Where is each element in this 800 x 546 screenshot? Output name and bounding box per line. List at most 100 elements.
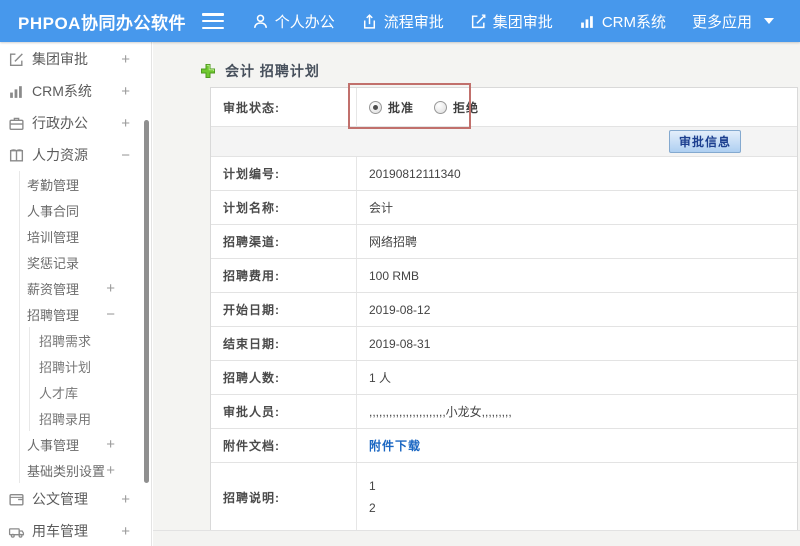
table-row-description: 招聘说明: 1 2 [211, 462, 797, 531]
field-label: 开始日期: [211, 293, 357, 326]
menu-toggle-icon[interactable] [202, 13, 224, 29]
field-label: 招聘人数: [211, 361, 357, 394]
field-value: 100 RMB [369, 268, 420, 283]
field-value: 2019-08-12 [369, 302, 431, 317]
caret-down-icon [764, 18, 774, 24]
sidebar-item-crm[interactable]: CRM系统 + [0, 75, 151, 107]
sidebar-item-label: 考勤管理 [27, 177, 80, 193]
edit-icon [9, 52, 23, 66]
field-value: 20190812111340 [369, 166, 461, 181]
sidebar-item-recruitment[interactable]: 招聘管理 − [20, 301, 151, 327]
sidebar-item-training[interactable]: 培训管理 [20, 223, 151, 249]
sidebar-item-label: 用车管理 [32, 523, 88, 539]
book-icon [9, 148, 24, 162]
expand-toggle[interactable]: + [121, 83, 130, 100]
page-title-row: 会计 招聘计划 [153, 42, 800, 87]
nav-item-more-apps[interactable]: 更多应用 [692, 11, 774, 32]
field-label: 计划名称: [211, 191, 357, 224]
sidebar-item-salary[interactable]: 薪资管理 + [20, 275, 151, 301]
sidebar-scrollbar-thumb[interactable] [144, 120, 149, 483]
sidebar-item-rewards[interactable]: 奖惩记录 [20, 249, 151, 275]
sidebar-item-label: 奖惩记录 [27, 255, 80, 271]
collapse-toggle[interactable]: − [106, 306, 115, 323]
sidebar-item-label: 公文管理 [32, 491, 88, 507]
approval-info-button[interactable]: 审批信息 [668, 130, 741, 153]
radio-reject-label[interactable]: 拒绝 [453, 99, 479, 116]
approval-radio-group: 批准 拒绝 [369, 99, 493, 116]
nav-item-group-approval[interactable]: 集团审批 [470, 11, 553, 32]
nav-item-crm[interactable]: CRM系统 [579, 11, 666, 32]
nav-label: 更多应用 [691, 13, 752, 31]
sidebar-item-label: 人力资源 [32, 147, 88, 163]
table-row-plan-name: 计划名称: 会计 [211, 190, 797, 224]
sidebar-item-recruit-hire[interactable]: 招聘录用 [30, 405, 151, 431]
expand-toggle[interactable]: + [106, 280, 115, 297]
flow-icon [363, 13, 375, 29]
field-value: ,,,,,,,,,,,,,,,,,,,,,,,小龙女,,,,,,,,, [369, 405, 512, 419]
field-label: 招聘渠道: [211, 225, 357, 258]
top-nav: 个人办公 流程审批 集团审批 CRM系统 更多应用 [252, 11, 800, 32]
bar-chart-icon [580, 15, 593, 28]
sidebar-item-vehicle-mgmt[interactable]: 用车管理 + [0, 515, 151, 546]
footer-strip [153, 530, 800, 546]
attachment-download-link[interactable]: 附件下载 [369, 437, 421, 454]
nav-item-workflow-approval[interactable]: 流程审批 [361, 11, 444, 32]
collapse-toggle[interactable]: − [121, 147, 130, 164]
table-row-attachment: 附件文档: 附件下载 [211, 428, 797, 462]
field-value: 会计 [369, 201, 394, 215]
sidebar-item-label: 人事合同 [27, 203, 80, 219]
hr-submenu: 考勤管理 人事合同 培训管理 奖惩记录 薪资管理 + 招聘管理 − 招聘需求 招… [19, 171, 151, 483]
expand-toggle[interactable]: + [121, 115, 130, 132]
field-label: 附件文档: [211, 429, 357, 462]
sidebar-item-group-approval[interactable]: 集团审批 + [0, 43, 151, 75]
expand-toggle[interactable]: + [121, 51, 130, 68]
table-row-plan-number: 计划编号: 20190812111340 [211, 156, 797, 190]
field-value: 网络招聘 [369, 235, 418, 249]
sidebar-item-admin-office[interactable]: 行政办公 + [0, 107, 151, 139]
field-label: 结束日期: [211, 327, 357, 360]
sidebar-item-recruit-demand[interactable]: 招聘需求 [30, 327, 151, 353]
sidebar-item-label: 基础类别设置 [27, 463, 106, 479]
sidebar-item-label: 集团审批 [32, 51, 88, 67]
field-label: 招聘费用: [211, 259, 357, 292]
sidebar-item-attendance[interactable]: 考勤管理 [20, 171, 151, 197]
radio-approve-label[interactable]: 批准 [388, 99, 414, 116]
sidebar-item-recruit-plan[interactable]: 招聘计划 [30, 353, 151, 379]
radio-reject[interactable] [434, 100, 448, 114]
table-row-headcount: 招聘人数: 1 人 [211, 360, 797, 394]
person-icon [253, 14, 267, 28]
main-content: 会计 招聘计划 审批状态: 批准 拒绝 审批信息 计划编号: 201908121… [153, 42, 800, 546]
add-plus-icon [201, 64, 215, 78]
sidebar-item-label: 人才库 [39, 385, 79, 401]
field-label: 计划编号: [211, 157, 357, 190]
expand-toggle[interactable]: + [106, 462, 115, 479]
document-icon [9, 493, 24, 506]
radio-approve[interactable] [369, 100, 382, 114]
sidebar-item-label: 人事管理 [27, 437, 80, 453]
expand-toggle[interactable]: + [121, 523, 130, 540]
sidebar-item-label: 招聘管理 [27, 307, 80, 323]
topbar: PHPOA协同办公软件 个人办公 流程审批 集团审批 CRM系统 更多应用 [0, 0, 800, 42]
sidebar-item-base-category[interactable]: 基础类别设置 + [20, 457, 151, 483]
sidebar-item-talent-pool[interactable]: 人才库 [30, 379, 151, 405]
nav-label: CRM系统 [601, 13, 666, 31]
sidebar-item-label: CRM系统 [32, 83, 92, 99]
sidebar-item-personnel[interactable]: 人事管理 + [20, 431, 151, 457]
table-row-start-date: 开始日期: 2019-08-12 [211, 292, 797, 326]
expand-toggle[interactable]: + [106, 436, 115, 453]
sidebar-item-label: 招聘需求 [39, 333, 92, 349]
nav-label: 流程审批 [383, 13, 444, 31]
sidebar-item-hr-contract[interactable]: 人事合同 [20, 197, 151, 223]
sidebar-item-document-mgmt[interactable]: 公文管理 + [0, 483, 151, 515]
description-line: 2 [369, 501, 376, 515]
sidebar-item-label: 招聘计划 [39, 359, 92, 375]
expand-toggle[interactable]: + [121, 491, 130, 508]
field-value: 2019-08-31 [369, 336, 431, 351]
nav-item-personal-office[interactable]: 个人办公 [252, 11, 335, 32]
field-label: 审批人员: [211, 395, 357, 428]
sidebar-item-hr[interactable]: 人力资源 − [0, 139, 151, 171]
sidebar-menu: 集团审批 + CRM系统 + 行政办公 + 人力资源 − 考勤管理 人事合同 培… [0, 42, 151, 546]
sidebar: 集团审批 + CRM系统 + 行政办公 + 人力资源 − 考勤管理 人事合同 培… [0, 42, 152, 546]
app-logo: PHPOA协同办公软件 [18, 13, 186, 33]
field-label: 招聘说明: [211, 463, 357, 531]
